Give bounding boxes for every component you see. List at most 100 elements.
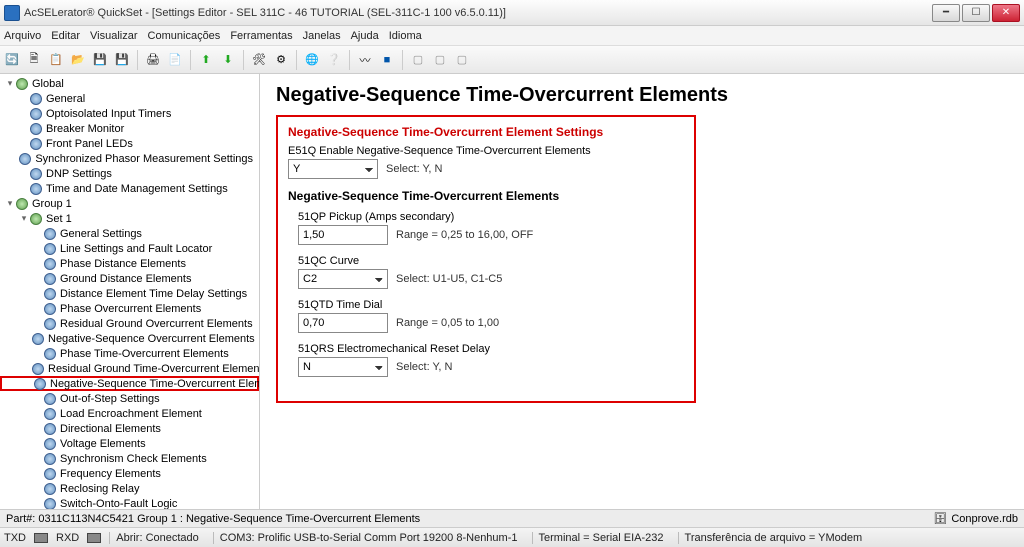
e51q-select[interactable]: Y	[288, 159, 378, 179]
node-icon	[30, 213, 42, 225]
tree-item[interactable]: Reclosing Relay	[0, 481, 259, 496]
save-icon[interactable]: 💾	[90, 50, 110, 70]
tree-item[interactable]: ▾Global	[0, 76, 259, 91]
menu-ferramentas[interactable]: Ferramentas	[230, 30, 292, 42]
download-icon[interactable]: ⬇	[218, 50, 238, 70]
tree-label: Frequency Elements	[60, 468, 161, 480]
51qrs-select[interactable]: N	[298, 357, 388, 377]
disabled-b-icon: ▢	[430, 50, 450, 70]
tree-item[interactable]: Time and Date Management Settings	[0, 181, 259, 196]
node-icon	[44, 408, 56, 420]
menu-ajuda[interactable]: Ajuda	[351, 30, 379, 42]
window-title: AcSELerator® QuickSet - [Settings Editor…	[24, 7, 932, 19]
toolbar-separator	[349, 50, 350, 70]
tree-item[interactable]: Switch-Onto-Fault Logic	[0, 496, 259, 509]
status-port: COM3: Prolific USB-to-Serial Comm Port 1…	[213, 532, 524, 544]
copy-icon[interactable]: 📋	[46, 50, 66, 70]
tree-item[interactable]: Phase Overcurrent Elements	[0, 301, 259, 316]
tree-item[interactable]: Voltage Elements	[0, 436, 259, 451]
tree-item[interactable]: ▾ Group 1	[0, 196, 259, 211]
menu-visualizar[interactable]: Visualizar	[90, 30, 138, 42]
monitor-icon[interactable]: ■	[377, 50, 397, 70]
tree-item[interactable]: General Settings	[0, 226, 259, 241]
tree-item[interactable]: Distance Element Time Delay Settings	[0, 286, 259, 301]
tree-label: Residual Ground Time-Overcurrent Element…	[48, 363, 260, 375]
node-icon	[30, 93, 42, 105]
tree-item[interactable]: Frequency Elements	[0, 466, 259, 481]
tree-label: Line Settings and Fault Locator	[60, 243, 212, 255]
expander-icon[interactable]: ▾	[4, 78, 16, 89]
save-all-icon[interactable]: 💾	[112, 50, 132, 70]
51qc-select[interactable]: C2	[298, 269, 388, 289]
expander-icon[interactable]: ▾	[4, 198, 16, 209]
expander-icon[interactable]: ▾	[18, 213, 30, 224]
tool-a-icon[interactable]: 🛠	[249, 50, 269, 70]
tree-label: Phase Time-Overcurrent Elements	[60, 348, 229, 360]
tree-item[interactable]: Phase Time-Overcurrent Elements	[0, 346, 259, 361]
upload-icon[interactable]: ⬆	[196, 50, 216, 70]
tree-item[interactable]: ▾Set 1	[0, 211, 259, 226]
tree-item[interactable]: Residual Ground Overcurrent Elements	[0, 316, 259, 331]
tree-item[interactable]: Breaker Monitor	[0, 121, 259, 136]
tree-label: Voltage Elements	[60, 438, 146, 450]
tree-item[interactable]: Synchronism Check Elements	[0, 451, 259, 466]
node-icon	[44, 423, 56, 435]
print-icon[interactable]: 🖨	[143, 50, 163, 70]
open-icon[interactable]: 📂	[68, 50, 88, 70]
51qtd-input[interactable]	[298, 313, 388, 333]
node-icon	[30, 168, 42, 180]
tree-label: Breaker Monitor	[46, 123, 124, 135]
new-file-icon[interactable]: 🗎	[24, 50, 44, 70]
report-icon[interactable]: 📄	[165, 50, 185, 70]
tree-item[interactable]: Negative-Sequence Overcurrent Elements	[0, 331, 259, 346]
menu-janelas[interactable]: Janelas	[303, 30, 341, 42]
tree-label: Group 1	[32, 198, 72, 210]
nav-back-icon[interactable]: 🔄	[2, 50, 22, 70]
tree-item[interactable]: Out-of-Step Settings	[0, 391, 259, 406]
menu-idioma[interactable]: Idioma	[389, 30, 422, 42]
tree-label: Synchronized Phasor Measurement Settings	[35, 153, 253, 165]
help-icon[interactable]: ❔	[324, 50, 344, 70]
app-icon	[4, 5, 20, 21]
minimize-button[interactable]: ━	[932, 4, 960, 22]
tree-item[interactable]: Ground Distance Elements	[0, 271, 259, 286]
tree-item[interactable]: Directional Elements	[0, 421, 259, 436]
tree-item[interactable]: Front Panel LEDs	[0, 136, 259, 151]
tree-label: Out-of-Step Settings	[60, 393, 160, 405]
e51q-hint: Select: Y, N	[386, 163, 442, 175]
tree-pane[interactable]: ▾GlobalGeneralOptoisolated Input Timers B…	[0, 74, 260, 509]
menu-editar[interactable]: Editar	[51, 30, 80, 42]
node-icon	[30, 123, 42, 135]
tree-item[interactable]: General	[0, 91, 259, 106]
status-transfer: Transferência de arquivo = YModem	[678, 532, 869, 544]
node-icon	[44, 288, 56, 300]
tree-label: General Settings	[60, 228, 142, 240]
tree-item[interactable]: Line Settings and Fault Locator	[0, 241, 259, 256]
node-icon	[44, 273, 56, 285]
tool-b-icon[interactable]: ⚙	[271, 50, 291, 70]
rxd-led-icon	[87, 533, 101, 543]
wave-icon[interactable]: 〰	[355, 50, 375, 70]
menu-comunicacoes[interactable]: Comunicações	[148, 30, 221, 42]
maximize-button[interactable]: ☐	[962, 4, 990, 22]
rxd-label: RXD	[56, 532, 79, 544]
tree-item[interactable]: Residual Ground Time-Overcurrent Element…	[0, 361, 259, 376]
menubar: Arquivo Editar Visualizar Comunicações F…	[0, 26, 1024, 46]
tree-item[interactable]: Synchronized Phasor Measurement Settings	[0, 151, 259, 166]
main-split: ▾GlobalGeneralOptoisolated Input Timers B…	[0, 74, 1024, 509]
tree-item[interactable]: Load Encroachment Element	[0, 406, 259, 421]
51qp-input[interactable]	[298, 225, 388, 245]
tree-item[interactable]: Negative-Sequence Time-Overcurrent Eleme…	[0, 376, 259, 391]
tree-item[interactable]: DNP Settings	[0, 166, 259, 181]
tree-label: Front Panel LEDs	[46, 138, 133, 150]
globe-icon[interactable]: 🌐	[302, 50, 322, 70]
menu-arquivo[interactable]: Arquivo	[4, 30, 41, 42]
tree-label: Phase Distance Elements	[60, 258, 186, 270]
node-icon	[32, 333, 44, 345]
close-button[interactable]: ✕	[992, 4, 1020, 22]
toolbar: 🔄 🗎 📋 📂 💾 💾 🖨 📄 ⬆ ⬇ 🛠 ⚙ 🌐 ❔ 〰 ■ ▢ ▢ ▢	[0, 46, 1024, 74]
tree-item[interactable]: Optoisolated Input Timers	[0, 106, 259, 121]
tree-item[interactable]: Phase Distance Elements	[0, 256, 259, 271]
tree-label: Synchronism Check Elements	[60, 453, 207, 465]
51qc-label: 51QC Curve	[298, 255, 684, 267]
